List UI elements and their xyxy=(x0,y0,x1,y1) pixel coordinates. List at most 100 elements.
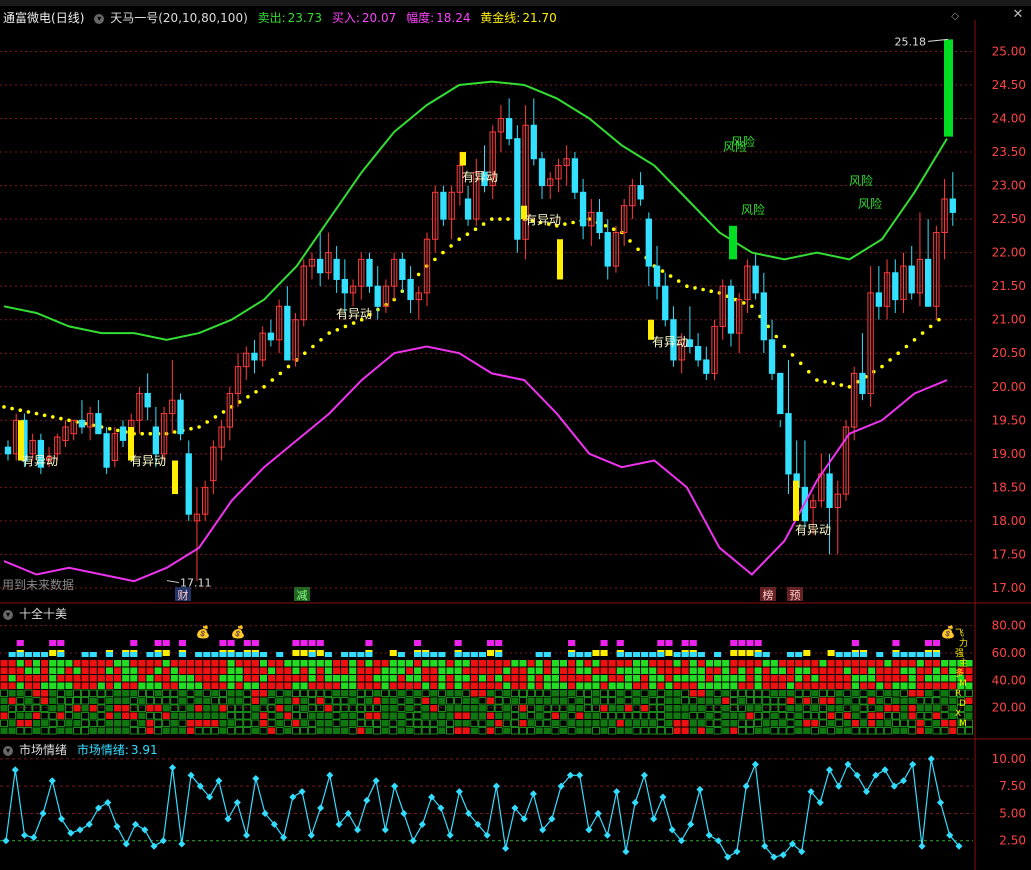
heat-cell xyxy=(868,712,876,719)
heat-cell xyxy=(819,704,827,712)
heat-cell xyxy=(227,675,235,682)
heat-cell xyxy=(24,712,32,719)
heat-cell xyxy=(397,660,405,667)
heat-cell xyxy=(235,690,243,697)
heat-cell xyxy=(154,682,162,689)
heat-cell xyxy=(835,660,843,667)
heat-cell xyxy=(656,689,665,697)
heat-cell xyxy=(649,690,657,697)
gold-dot xyxy=(116,428,120,433)
heat-cell xyxy=(519,697,527,705)
heat-cell xyxy=(211,682,219,689)
heat-cell xyxy=(73,705,81,712)
heat-cell xyxy=(16,690,24,697)
heat-row-label: X xyxy=(955,709,961,719)
heat-cell xyxy=(195,652,203,657)
heat-cell xyxy=(0,682,8,689)
heat-cell xyxy=(673,705,681,712)
heat-cell xyxy=(275,727,284,735)
heat-cell xyxy=(259,675,268,682)
heat-cell xyxy=(510,712,519,720)
heat-cell xyxy=(219,675,227,682)
heat-cell xyxy=(867,727,876,735)
heat-cell xyxy=(146,705,154,712)
panel3-title[interactable]: 市场情绪 xyxy=(19,743,67,757)
heat-cell xyxy=(81,697,90,705)
heat-cell xyxy=(146,667,154,674)
heat-cell xyxy=(235,660,243,667)
heat-cell xyxy=(859,652,868,657)
heat-cell xyxy=(843,712,851,719)
heat-cell xyxy=(413,719,422,727)
gold-dot xyxy=(221,410,226,414)
heat-cell xyxy=(495,660,503,667)
heat-cell xyxy=(803,720,811,727)
heat-cell xyxy=(462,675,470,682)
heat-cell xyxy=(673,712,681,719)
heat-cell xyxy=(324,652,332,657)
heat-cell xyxy=(97,712,106,720)
heat-cell xyxy=(478,690,486,697)
heat-cell xyxy=(462,689,471,697)
indicator-menu-icon[interactable]: ▾ xyxy=(94,13,105,24)
heat-cell xyxy=(868,697,876,704)
heat-cell xyxy=(892,667,900,674)
heat-cell xyxy=(608,689,617,697)
heat-cell xyxy=(57,675,65,682)
heat-cell xyxy=(762,675,770,682)
indicator-name[interactable]: 天马一号 xyxy=(110,11,158,25)
sentiment-point xyxy=(936,799,945,807)
candle-body xyxy=(514,138,521,240)
heat-cell xyxy=(284,667,292,674)
heat-cell xyxy=(203,660,211,667)
close-icon[interactable]: ✕ xyxy=(1011,8,1025,22)
heat-cell xyxy=(729,697,738,705)
heat-cell xyxy=(754,682,762,689)
diamond-icon[interactable]: ◇ xyxy=(951,11,959,22)
heat-cell xyxy=(714,697,722,704)
heat-cell xyxy=(381,720,389,727)
gold-dot xyxy=(815,378,819,382)
heat-cell xyxy=(243,682,251,689)
heat-cell xyxy=(673,667,681,674)
heat-cell xyxy=(122,660,130,667)
heat-cell xyxy=(8,697,16,704)
heat-cell xyxy=(754,719,763,727)
heat-cell xyxy=(154,667,162,674)
heat-cell xyxy=(122,682,130,689)
panel2-menu-icon[interactable]: ▾ xyxy=(3,609,13,620)
heat-cell xyxy=(397,720,405,727)
heat-cell xyxy=(900,667,908,674)
heat-cell xyxy=(576,652,584,657)
heat-cell xyxy=(600,660,608,667)
heat-cell xyxy=(454,720,462,727)
heat-cell xyxy=(195,682,203,689)
heat-cell xyxy=(705,704,714,712)
yidong-annotation: 有异动 xyxy=(22,454,58,468)
y-tick-label: 25.00 xyxy=(992,44,1026,58)
heat-cell xyxy=(722,690,730,697)
heat-cell xyxy=(478,697,487,705)
heat-cell xyxy=(130,667,138,674)
heat-cell xyxy=(608,697,617,705)
heat-cell xyxy=(632,720,641,727)
heat-cell xyxy=(616,675,624,682)
gold-dot xyxy=(782,344,787,349)
heat-cell xyxy=(105,697,114,704)
gold-dot xyxy=(343,324,348,329)
heat-cell xyxy=(267,697,276,705)
candle-body xyxy=(727,285,735,334)
panel2-title[interactable]: 十全十美 xyxy=(19,607,67,621)
heat-cell xyxy=(316,675,324,682)
heat-row-label: D xyxy=(959,699,966,709)
panel2-header: ▾ 十全十美 xyxy=(3,605,73,622)
heat-cell xyxy=(8,682,16,689)
heat-cell xyxy=(584,667,592,674)
heat-cell xyxy=(567,712,576,720)
heat-cell xyxy=(689,652,697,657)
gold-dot xyxy=(473,227,478,231)
heat-cell xyxy=(105,727,114,734)
panel3-menu-icon[interactable]: ▾ xyxy=(3,745,13,756)
heat-cell xyxy=(259,660,268,667)
heat-cell xyxy=(892,660,900,667)
